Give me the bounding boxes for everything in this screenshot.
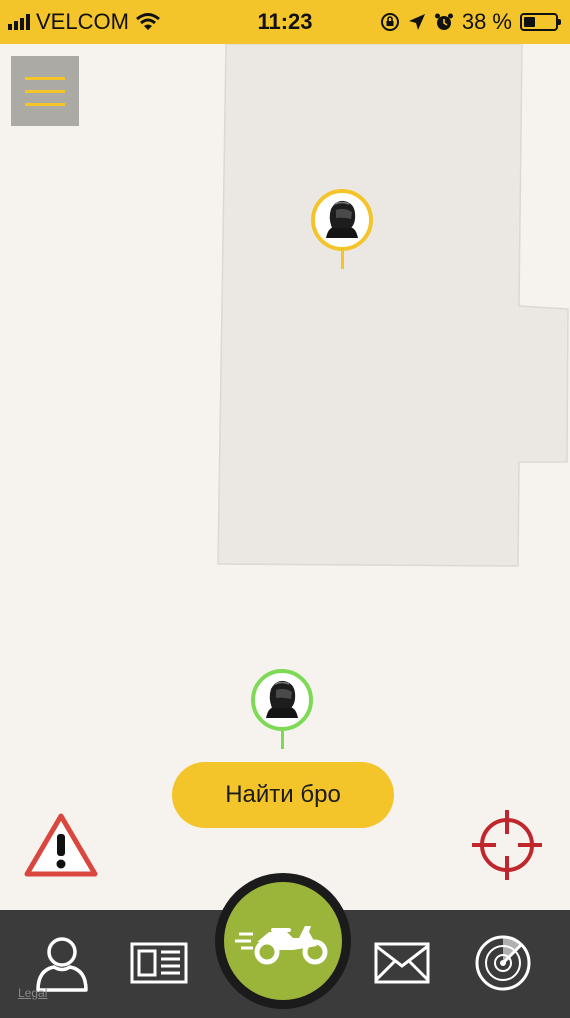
battery-percent: 38 % [461,9,512,34]
alert-button[interactable] [24,812,98,878]
warning-icon [24,813,98,877]
my-location-marker-stem [281,731,284,749]
my-location-marker[interactable] [251,669,313,749]
radar-icon [475,935,531,991]
legal-link[interactable]: Legal [18,986,47,1000]
hamburger-icon-line [25,102,65,106]
alarm-icon [434,13,453,30]
nav-ride-button[interactable] [224,882,342,1000]
newspaper-icon [130,942,188,984]
bro-marker-stem [341,251,344,269]
hamburger-icon-line [25,76,65,80]
motorcycle-icon [235,926,328,965]
nav-radar[interactable] [474,934,532,992]
status-bar-right: 38 % [380,0,561,44]
bro-marker[interactable] [311,189,373,269]
location-arrow-icon [408,14,425,30]
nav-news[interactable] [130,940,188,986]
locate-button[interactable] [470,808,544,882]
hamburger-icon-line [25,89,65,93]
helmet-icon [326,200,358,238]
battery-icon [520,13,561,31]
envelope-icon [374,942,430,984]
nav-profile[interactable] [34,934,90,994]
crosshair-icon [472,810,542,880]
bro-marker-ring [311,189,373,251]
helmet-icon [266,680,298,718]
person-icon [36,937,88,992]
menu-button[interactable] [11,56,79,126]
orientation-lock-icon [380,13,399,31]
battery-level [524,17,535,27]
my-location-marker-ring [251,669,313,731]
nav-messages[interactable] [374,942,430,984]
find-bro-button[interactable]: Найти бро [172,762,394,828]
status-bar: VELCOM 11:23 38 % [0,0,570,44]
